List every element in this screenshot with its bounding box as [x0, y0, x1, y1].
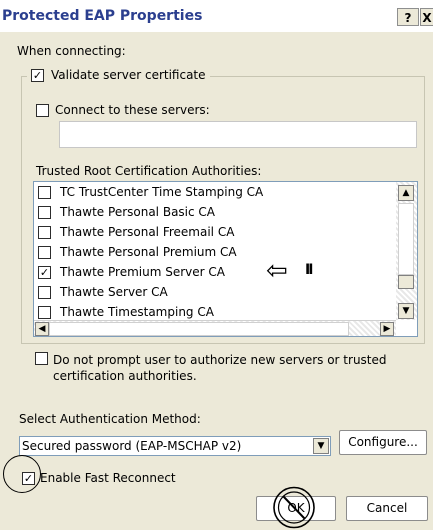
ca-label: Thawte Timestamping CA	[60, 305, 214, 319]
arrow-left-icon: ◀	[38, 324, 46, 334]
ca-checkbox[interactable]	[38, 186, 51, 199]
chevron-down-icon: ▼	[317, 441, 325, 451]
when-connecting-label: When connecting:	[17, 44, 126, 58]
arrow-down-icon: ▼	[402, 306, 410, 316]
validate-server-checkbox[interactable]: ✓	[31, 69, 44, 82]
annotation-bars-icon: II	[305, 262, 314, 278]
title-bar: Protected EAP Properties ? X	[0, 0, 433, 32]
prohibited-icon	[272, 486, 316, 530]
vertical-scrollbar[interactable]: ▲ ▼	[396, 182, 417, 320]
no-prompt-checkbox[interactable]	[35, 352, 48, 365]
scroll-right-button[interactable]: ▶	[380, 322, 394, 336]
fast-reconnect-label[interactable]: Enable Fast Reconnect	[40, 471, 176, 485]
ca-label: Thawte Personal Basic CA	[60, 205, 216, 219]
dropdown-button[interactable]: ▼	[313, 438, 329, 454]
servers-input[interactable]	[59, 121, 417, 148]
connect-servers-label[interactable]: Connect to these servers:	[55, 103, 210, 117]
validate-server-label[interactable]: Validate server certificate	[51, 67, 206, 82]
close-button[interactable]: X	[420, 8, 433, 26]
scroll-thumb-horizontal[interactable]	[49, 322, 349, 336]
arrow-up-icon: ▲	[402, 188, 410, 198]
annotation-circle-icon	[3, 455, 41, 493]
no-prompt-label-line2: certification authorities.	[53, 369, 197, 383]
ca-label: Thawte Premium Server CA	[60, 265, 225, 279]
no-prompt-label[interactable]: Do not prompt user to authorize new serv…	[53, 352, 387, 384]
auth-method-select[interactable]: Secured password (EAP-MSCHAP v2) ▼	[19, 436, 331, 456]
help-button[interactable]: ?	[397, 8, 419, 26]
ca-label: Thawte Personal Freemail CA	[60, 225, 235, 239]
scroll-up-button[interactable]: ▲	[398, 185, 414, 201]
annotation-arrow-icon: ⇦	[266, 256, 288, 286]
scroll-down-button[interactable]: ▼	[398, 303, 414, 319]
ca-checkbox[interactable]	[38, 226, 51, 239]
ca-checkbox[interactable]	[38, 206, 51, 219]
ca-label: Thawte Personal Premium CA	[60, 245, 237, 259]
ca-checkbox[interactable]	[38, 306, 51, 319]
trusted-roots-label: Trusted Root Certification Authorities:	[36, 164, 262, 178]
ca-checkbox[interactable]	[38, 246, 51, 259]
scroll-left-button[interactable]: ◀	[35, 322, 49, 336]
arrow-right-icon: ▶	[383, 324, 391, 334]
cancel-button[interactable]: Cancel	[346, 496, 428, 521]
connect-servers-checkbox[interactable]	[36, 104, 49, 117]
ca-label: TC TrustCenter Time Stamping CA	[60, 185, 264, 199]
check-icon: ✓	[39, 266, 50, 279]
scroll-track	[398, 203, 414, 275]
ca-checkbox[interactable]	[38, 286, 51, 299]
dialog-title: Protected EAP Properties	[2, 8, 203, 24]
auth-method-label: Select Authentication Method:	[19, 412, 201, 426]
configure-button[interactable]: Configure...	[339, 430, 427, 455]
trusted-ca-list[interactable]: TC TrustCenter Time Stamping CA Thawte Pe…	[33, 181, 418, 337]
horizontal-scrollbar[interactable]: ◀ ▶	[34, 320, 396, 336]
no-prompt-label-line1: Do not prompt user to authorize new serv…	[53, 353, 387, 367]
auth-method-value: Secured password (EAP-MSCHAP v2)	[22, 439, 242, 453]
ca-label: Thawte Server CA	[60, 285, 168, 299]
check-icon: ✓	[32, 69, 43, 82]
scroll-thumb[interactable]	[398, 275, 414, 289]
validate-group-header: ✓ Validate server certificate	[27, 67, 210, 85]
ca-checkbox[interactable]: ✓	[38, 266, 51, 279]
